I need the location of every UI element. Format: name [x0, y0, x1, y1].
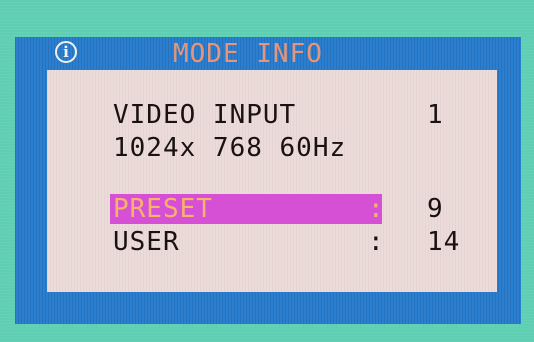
user-label: USER [113, 227, 180, 257]
video-input-value: 1 [427, 100, 444, 130]
resolution-text: 1024x 768 60Hz [113, 133, 347, 163]
preset-value: 9 [427, 194, 444, 224]
user-value: 14 [427, 227, 461, 257]
osd-titlebar: i MODE INFO [15, 37, 521, 70]
info-icon: i [55, 41, 77, 63]
preset-label[interactable]: PRESET [113, 194, 213, 224]
user-separator: : [368, 227, 385, 257]
osd-title: MODE INFO [173, 39, 323, 69]
osd-menu: i MODE INFO [15, 37, 521, 324]
preset-separator: : [368, 194, 385, 224]
video-input-label: VIDEO INPUT [113, 100, 297, 130]
